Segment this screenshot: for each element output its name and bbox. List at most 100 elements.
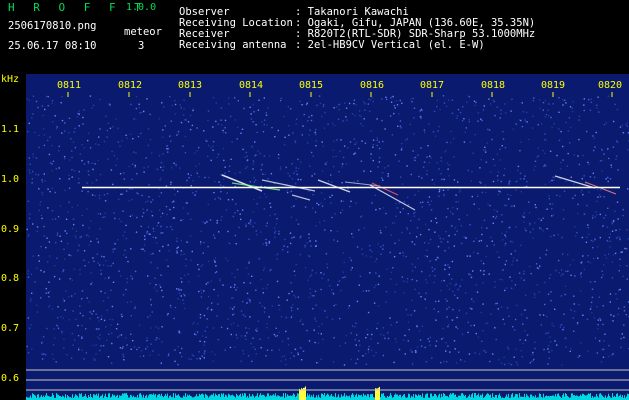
noise-speck <box>504 204 506 207</box>
noise-speck <box>318 95 321 97</box>
noise-speck <box>338 170 340 173</box>
noise-speck <box>317 362 319 364</box>
noise-speck <box>70 138 72 140</box>
noise-speck <box>252 103 254 106</box>
noise-speck <box>134 270 137 273</box>
noise-speck <box>580 272 582 274</box>
noise-speck <box>434 231 436 233</box>
noise-speck <box>385 290 388 293</box>
noise-speck <box>369 98 371 101</box>
noise-speck <box>532 228 534 230</box>
noise-speck <box>611 277 614 279</box>
noise-speck <box>337 118 340 120</box>
noise-speck <box>414 350 417 352</box>
noise-speck <box>160 362 162 364</box>
noise-speck <box>107 122 109 125</box>
noise-speck <box>128 200 131 202</box>
noise-speck <box>414 288 416 290</box>
noise-speck <box>200 265 202 267</box>
noise-speck <box>611 223 613 225</box>
noise-speck <box>436 162 438 164</box>
level-bar <box>60 396 61 400</box>
noise-speck <box>549 336 551 338</box>
noise-speck <box>29 172 31 174</box>
noise-speck <box>265 355 267 357</box>
noise-speck <box>122 235 124 237</box>
noise-speck <box>41 217 43 220</box>
level-bar <box>486 394 487 400</box>
noise-speck <box>135 231 138 233</box>
noise-speck <box>314 341 316 344</box>
noise-speck <box>377 322 379 325</box>
noise-speck <box>570 274 572 276</box>
level-bar <box>292 395 293 400</box>
noise-speck <box>270 173 273 175</box>
level-bar <box>566 394 567 400</box>
level-bar <box>198 396 199 400</box>
noise-speck <box>440 280 443 282</box>
noise-speck <box>129 215 132 217</box>
noise-speck <box>569 142 571 144</box>
noise-speck <box>451 319 454 321</box>
x-tick-label: 0811 <box>57 80 82 91</box>
noise-speck <box>88 174 90 176</box>
noise-speck <box>510 253 512 255</box>
noise-speck <box>146 232 148 234</box>
noise-speck <box>423 131 426 134</box>
noise-speck <box>195 334 197 336</box>
noise-speck <box>528 138 530 141</box>
level-bar <box>90 393 91 400</box>
noise-speck <box>98 197 101 200</box>
noise-speck <box>43 353 45 355</box>
noise-speck <box>594 176 596 178</box>
noise-speck <box>344 342 347 344</box>
noise-speck <box>45 287 47 290</box>
noise-speck <box>235 289 237 291</box>
noise-speck <box>109 318 111 320</box>
noise-speck <box>76 116 79 118</box>
noise-speck <box>61 330 63 333</box>
noise-speck <box>196 323 199 325</box>
noise-speck <box>98 136 100 138</box>
level-bar <box>349 395 350 400</box>
noise-speck <box>375 272 377 275</box>
noise-speck <box>419 201 422 204</box>
noise-speck <box>47 96 50 98</box>
level-bar <box>478 393 479 400</box>
level-bar <box>322 393 323 400</box>
noise-speck <box>97 336 99 338</box>
level-bar <box>166 395 167 400</box>
noise-speck <box>252 159 254 162</box>
noise-speck <box>232 314 234 316</box>
level-bar <box>288 395 289 400</box>
noise-speck <box>201 355 203 357</box>
noise-speck <box>550 235 552 238</box>
noise-speck <box>506 307 509 309</box>
noise-speck <box>494 286 496 288</box>
noise-speck <box>335 155 337 158</box>
noise-speck <box>480 239 482 242</box>
noise-speck <box>79 153 81 155</box>
noise-speck <box>87 261 90 264</box>
noise-speck <box>219 278 221 280</box>
noise-speck <box>122 346 124 348</box>
noise-speck <box>95 353 97 355</box>
level-bar <box>239 394 240 400</box>
noise-speck <box>582 255 584 257</box>
noise-speck <box>577 356 579 358</box>
noise-speck <box>216 271 218 273</box>
noise-speck <box>351 113 354 115</box>
noise-speck <box>382 207 385 209</box>
noise-speck <box>552 103 554 105</box>
noise-speck <box>130 133 132 135</box>
noise-speck <box>532 237 534 239</box>
noise-speck <box>217 123 220 125</box>
noise-speck <box>410 220 412 222</box>
noise-speck <box>573 183 575 185</box>
level-bar <box>422 393 423 400</box>
noise-speck <box>59 205 62 207</box>
level-bar <box>327 393 328 400</box>
level-bar <box>275 393 276 400</box>
noise-speck <box>227 230 229 233</box>
noise-speck <box>343 145 346 147</box>
